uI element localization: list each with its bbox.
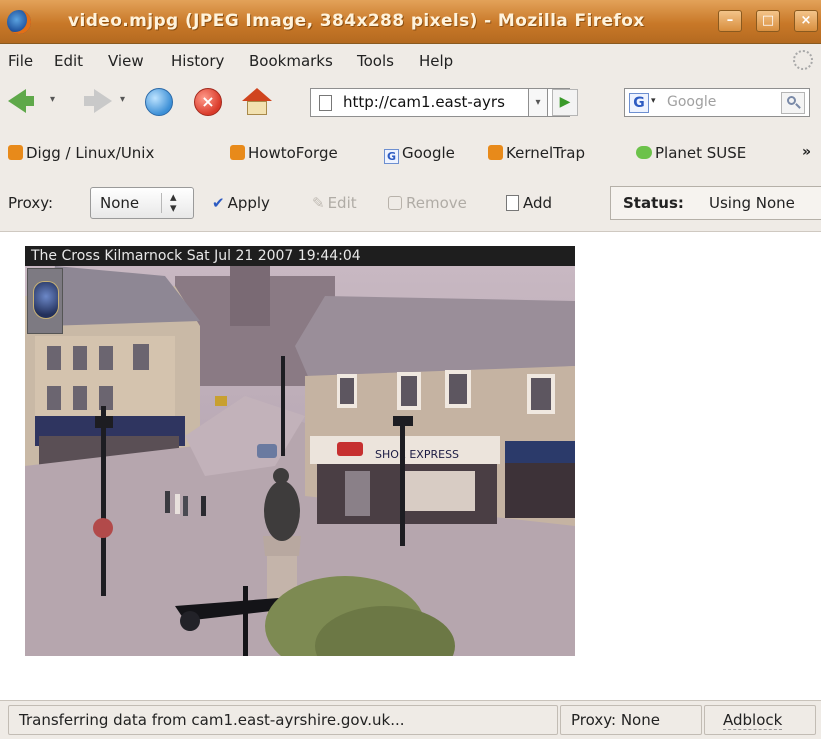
proxy-selected-value: None: [100, 194, 140, 212]
bookmark-howtoforge[interactable]: HowtoForge: [230, 144, 338, 162]
bookmark-google[interactable]: G Google: [384, 144, 455, 164]
add-label: Add: [523, 194, 553, 212]
edit-label: Edit: [327, 194, 357, 212]
menu-bookmarks[interactable]: Bookmarks: [249, 52, 333, 70]
menu-tools[interactable]: Tools: [357, 52, 394, 70]
apply-button[interactable]: ✔ Apply: [212, 194, 270, 212]
page-icon: [319, 95, 332, 111]
coat-of-arms-icon: [27, 268, 63, 334]
maximize-button[interactable]: □: [756, 10, 780, 32]
search-icon[interactable]: [781, 92, 805, 114]
bookmarks-toolbar: Digg / Linux/Unix HowtoForge G Google Ker…: [0, 130, 821, 176]
menu-help[interactable]: Help: [419, 52, 453, 70]
up-down-arrows-icon: ▴ ▾: [170, 190, 177, 216]
throbber-icon: [793, 50, 813, 70]
new-page-icon: [506, 195, 519, 211]
proxy-status-box: Status: Using None: [610, 186, 821, 220]
rss-feed-icon: [488, 145, 503, 160]
street-scene: SHOE EXPRESS: [25, 266, 575, 656]
navigation-toolbar: ▾ ▾ × http://cam1.east-ayrs ▾ ▶ G ▾ Goog…: [0, 76, 821, 130]
home-icon[interactable]: [242, 88, 272, 116]
proxy-select[interactable]: None ▴ ▾: [90, 187, 194, 219]
webcam-image[interactable]: The Cross Kilmarnock Sat Jul 21 2007 19:…: [25, 246, 575, 656]
bookmark-label: HowtoForge: [248, 144, 338, 162]
status-message: Transferring data from cam1.east-ayrshir…: [8, 705, 558, 735]
google-icon: G: [384, 149, 399, 164]
firefox-logo-icon[interactable]: [7, 10, 31, 34]
page-content: The Cross Kilmarnock Sat Jul 21 2007 19:…: [0, 232, 821, 700]
apply-label: Apply: [227, 194, 270, 212]
url-text[interactable]: http://cam1.east-ayrs: [343, 93, 505, 111]
remove-icon: [388, 196, 402, 210]
bookmark-planet-suse[interactable]: Planet SUSE: [636, 144, 746, 162]
proxy-toolbar: Proxy: None ▴ ▾ ✔ Apply ✎ Edit Remove Add S…: [0, 176, 821, 232]
window-title: video.mjpg (JPEG Image, 384x288 pixels) …: [68, 11, 645, 31]
menu-view[interactable]: View: [108, 52, 144, 70]
menu-file[interactable]: File: [8, 52, 33, 70]
reload-icon[interactable]: [145, 88, 173, 116]
shop-sign-text: SHOE EXPRESS: [375, 448, 459, 461]
status-label: Status:: [623, 194, 684, 212]
menu-edit[interactable]: Edit: [54, 52, 83, 70]
pencil-icon: ✎: [312, 194, 325, 212]
bookmark-label: Planet SUSE: [655, 144, 747, 162]
remove-label: Remove: [406, 194, 467, 212]
status-proxy[interactable]: Proxy: None: [560, 705, 702, 735]
forward-history-dropdown-icon[interactable]: ▾: [120, 94, 125, 105]
minimize-button[interactable]: –: [718, 10, 742, 32]
bookmarks-overflow-icon[interactable]: »: [802, 144, 811, 160]
home-roof-shape: [242, 88, 272, 101]
home-wall-shape: [247, 101, 267, 115]
search-engine-dropdown-icon[interactable]: ▾: [651, 96, 656, 106]
close-button[interactable]: ×: [794, 10, 818, 32]
bookmark-label: Digg / Linux/Unix: [26, 144, 155, 162]
url-history-dropdown-icon[interactable]: ▾: [528, 88, 548, 117]
stop-icon[interactable]: ×: [194, 88, 222, 116]
select-divider: [161, 193, 162, 213]
bookmark-label: Google: [402, 144, 455, 162]
search-input[interactable]: Google: [667, 94, 716, 110]
edit-button: ✎ Edit: [312, 194, 357, 212]
status-value: Using None: [709, 194, 795, 212]
add-button[interactable]: Add: [506, 194, 552, 212]
remove-button: Remove: [388, 194, 467, 212]
rss-feed-icon: [8, 145, 23, 160]
bookmark-digg[interactable]: Digg / Linux/Unix: [8, 144, 154, 162]
menu-history[interactable]: History: [171, 52, 224, 70]
go-icon[interactable]: ▶: [552, 89, 578, 116]
adblock-status[interactable]: Adblock: [704, 705, 816, 735]
back-icon[interactable]: [8, 89, 34, 113]
bookmark-kerneltrap[interactable]: KernelTrap: [488, 144, 585, 162]
status-bar: Transferring data from cam1.east-ayrshir…: [0, 700, 821, 739]
search-engine-icon[interactable]: G: [629, 93, 649, 113]
forward-icon[interactable]: [84, 89, 112, 113]
title-bar: video.mjpg (JPEG Image, 384x288 pixels) …: [0, 0, 821, 44]
suse-icon: [636, 146, 652, 159]
search-box[interactable]: G ▾ Google: [624, 88, 810, 117]
rss-feed-icon: [230, 145, 245, 160]
checkmark-icon: ✔: [212, 194, 225, 212]
camera-caption: The Cross Kilmarnock Sat Jul 21 2007 19:…: [25, 246, 575, 266]
back-history-dropdown-icon[interactable]: ▾: [50, 94, 55, 105]
adblock-label: Adblock: [723, 711, 783, 730]
menu-bar: File Edit View History Bookmarks Tools H…: [0, 44, 821, 76]
proxy-label: Proxy:: [8, 194, 54, 212]
bookmark-label: KernelTrap: [506, 144, 585, 162]
